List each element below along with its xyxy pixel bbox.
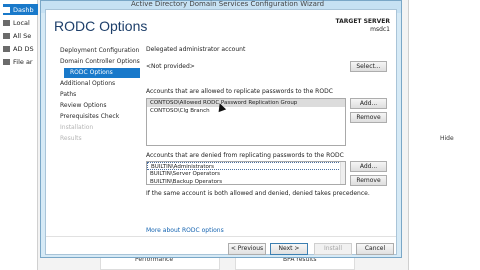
cancel-button[interactable]: Cancel — [356, 243, 394, 255]
nav-paths[interactable]: Paths — [60, 90, 76, 100]
nav-review-options[interactable]: Review Options — [60, 101, 106, 111]
nav-prerequisites-check[interactable]: Prerequisites Check — [60, 112, 119, 122]
server-manager-sidebar: Dashb Local All Se AD DS File ar — [0, 0, 38, 270]
nav-results: Results — [60, 135, 82, 142]
delegated-admin-value: <Not provided> — [146, 63, 195, 70]
denied-accounts-list[interactable]: BUILTIN\Administrators BUILTIN\Server Op… — [146, 161, 346, 185]
denied-add-button[interactable]: Add... — [350, 161, 387, 172]
target-server-label: TARGET SERVER — [335, 18, 391, 25]
denied-accounts-label: Accounts that are denied from replicatin… — [146, 152, 344, 159]
list-item[interactable]: BUILTIN\Backup Operators — [147, 178, 345, 186]
allowed-remove-button[interactable]: Remove — [350, 112, 387, 123]
denied-remove-button[interactable]: Remove — [350, 175, 387, 186]
list-item[interactable]: CONTOSO\Allowed RODC Password Replicatio… — [147, 99, 345, 107]
sidebar-item-all-servers[interactable]: All Se — [3, 30, 38, 41]
dashboard-icon — [3, 6, 10, 13]
wizard-nav: Deployment Configuration Domain Controll… — [54, 46, 140, 251]
allowed-accounts-label: Accounts that are allowed to replicate p… — [146, 88, 333, 95]
nav-installation: Installation — [60, 124, 94, 131]
install-button: Install — [314, 243, 352, 255]
allowed-accounts-list[interactable]: CONTOSO\Allowed RODC Password Replicatio… — [146, 98, 346, 146]
page-title: RODC Options — [54, 18, 148, 34]
sidebar-item-file-and-storage[interactable]: File ar — [3, 56, 38, 67]
rodc-options-content: Delegated administrator account <Not pro… — [146, 46, 392, 242]
target-server-value: msdc1 — [370, 26, 390, 33]
select-account-button[interactable]: Select... — [350, 61, 387, 72]
nav-deployment-configuration[interactable]: Deployment Configuration — [60, 46, 139, 56]
precedence-note: If the same account is both allowed and … — [146, 190, 370, 197]
dialog-title: Active Directory Domain Services Configu… — [131, 0, 325, 8]
allowed-add-button[interactable]: Add... — [350, 98, 387, 109]
file-storage-icon — [3, 58, 10, 65]
delegated-admin-label: Delegated administrator account — [146, 46, 246, 53]
sidebar-item-dashboard[interactable]: Dashb — [3, 4, 38, 15]
nav-domain-controller-options[interactable]: Domain Controller Options — [60, 57, 140, 67]
wizard-client-area: RODC Options TARGET SERVER msdc1 Deploym… — [45, 9, 397, 255]
sidebar-item-local-server[interactable]: Local — [3, 17, 38, 28]
list-item[interactable]: BUILTIN\Administrators — [147, 162, 345, 170]
nav-rodc-options[interactable]: RODC Options — [64, 68, 140, 78]
server-icon — [3, 19, 10, 26]
list-item[interactable]: CONTOSO\Clg Branch — [147, 107, 345, 115]
denied-list-scrollbar[interactable] — [340, 162, 345, 184]
previous-button[interactable]: < Previous — [228, 243, 266, 255]
next-button[interactable]: Next > — [270, 243, 308, 255]
servers-icon — [3, 32, 10, 39]
nav-additional-options[interactable]: Additional Options — [60, 79, 115, 89]
more-about-rodc-link[interactable]: More about RODC options — [146, 227, 224, 234]
ad-ds-icon — [3, 45, 10, 52]
footer-divider — [46, 236, 396, 237]
list-item[interactable]: BUILTIN\Server Operators — [147, 170, 345, 178]
hide-link[interactable]: Hide — [440, 135, 454, 142]
sidebar-item-ad-ds[interactable]: AD DS — [3, 43, 38, 54]
configuration-wizard-dialog: Active Directory Domain Services Configu… — [40, 0, 402, 258]
